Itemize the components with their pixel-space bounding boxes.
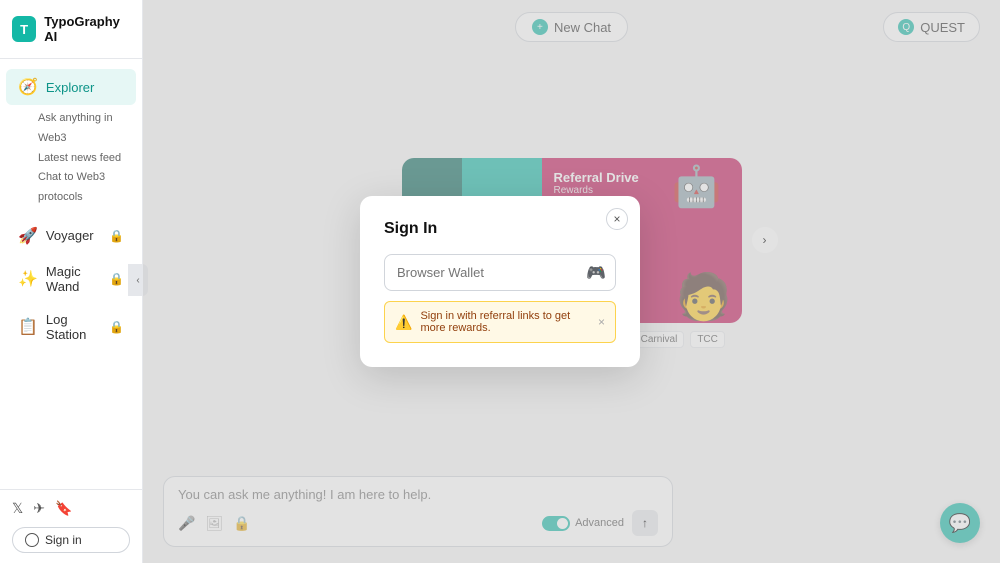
wallet-input[interactable] (384, 254, 616, 291)
signin-modal: Sign In × 🎮 ⚠️ Sign in with referral lin… (360, 196, 640, 367)
alert-warning-icon: ⚠️ (395, 314, 412, 331)
modal-title: Sign In (384, 220, 616, 238)
wallet-input-wrapper: 🎮 (384, 254, 616, 291)
wallet-icon: 🎮 (586, 263, 606, 283)
alert-close-button[interactable]: × (598, 315, 605, 329)
modal-alert: ⚠️ Sign in with referral links to get mo… (384, 301, 616, 343)
alert-text: Sign in with referral links to get more … (420, 310, 590, 334)
modal-close-button[interactable]: × (606, 208, 628, 230)
modal-backdrop: Sign In × 🎮 ⚠️ Sign in with referral lin… (0, 0, 1000, 563)
